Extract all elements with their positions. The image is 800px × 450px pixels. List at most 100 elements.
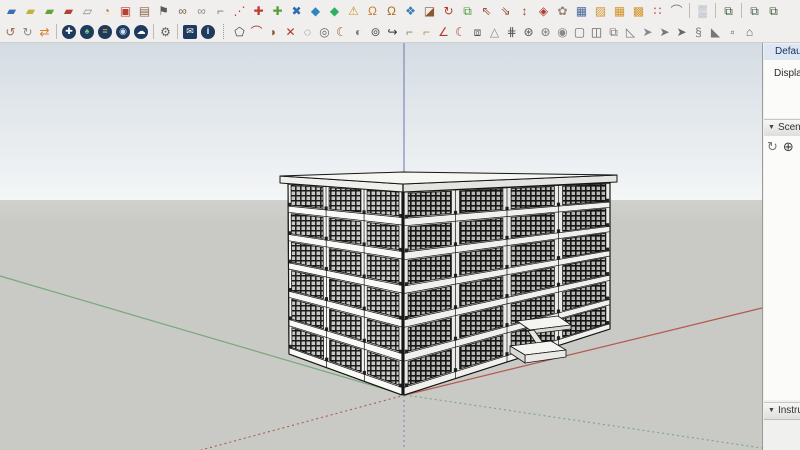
warning-triangle-icon[interactable]: ⚠ [344,2,363,20]
shell-outline-icon[interactable]: ◌ [299,23,316,41]
diamond-red-icon[interactable]: ◈ [534,2,553,20]
instructor-section-label: Instructor [777,405,800,416]
toolbar-separator [686,3,693,18]
component-stack-2-icon[interactable]: ⧉ [745,2,764,20]
dither-grid-icon[interactable]: ▒ [693,2,712,20]
asterisk-blue-icon[interactable]: ✖ [287,2,306,20]
lattice-sphere-1-icon[interactable]: ⊛ [520,23,537,41]
face-style-red-icon[interactable]: ▰ [59,2,78,20]
hatch-square-orange-icon[interactable]: ▨ [591,2,610,20]
cross-green-icon[interactable]: ✚ [268,2,287,20]
ramp-wedge-icon[interactable]: ◺ [622,23,639,41]
circle-cloud-icon[interactable]: ☁ [134,24,148,39]
bucket-icon[interactable]: ◪ [420,2,439,20]
striped-box-icon[interactable]: ▤ [135,2,154,20]
toolbar-separator [150,24,157,39]
face-style-green-icon[interactable]: ▰ [40,2,59,20]
protractor-red-icon[interactable]: ∠ [435,23,452,41]
fan-planes-icon[interactable]: ⧉ [605,23,622,41]
columns-icon[interactable]: ⋕ [503,23,520,41]
slice-x-red-icon[interactable]: ✕ [282,23,299,41]
marker-blue-icon[interactable]: ◆ [306,2,325,20]
polygon-nodes-icon[interactable]: ⬠ [231,23,248,41]
spiral-ramp-icon[interactable]: § [690,23,707,41]
grid-square-3x3-icon[interactable]: ▩ [629,2,648,20]
component-green-icon[interactable]: ⧉ [458,2,477,20]
circle-add-icon[interactable]: ✚ [62,24,76,39]
cone-icon[interactable]: △ [486,23,503,41]
boar-outline-icon[interactable]: ⊚ [367,23,384,41]
face-style-yellow-icon[interactable]: ▰ [21,2,40,20]
marker-green-icon[interactable]: ◆ [325,2,344,20]
arc-nodes-red-icon[interactable]: ⌒ [248,23,265,41]
sandbox-hand-icon[interactable]: ◗ [265,23,282,41]
striped-wedge-icon[interactable]: ◣ [707,23,724,41]
main-toolbar: ▰ ▰ ▰ ▰ ▱ ◔ ▣ ▤ ⚑ ∞ ∞ ⌐ ⋰ ✚ ✚ ✖ ◆ ◆ ⚠ Ω Ω ❖ ◪ ↻ ⧉ ⇖ ⇘ ↕ ◈ ✿ ▦ ▨ ▦ ▩ ∷ ⌒ ▒ ⧉ ⧉ ⧉… [0,0,800,43]
info-circle-icon[interactable]: i [201,24,215,39]
face-style-wireframe-icon[interactable]: ▱ [78,2,97,20]
face-style-shaded-blue-icon[interactable]: ▰ [2,2,21,20]
display-label: Display: [774,68,800,79]
angle-ruler-2-icon[interactable]: ⌐ [418,23,435,41]
arc-segment-icon[interactable]: ⌒ [667,2,686,20]
grid-square-2x2-icon[interactable]: ▦ [610,2,629,20]
collapse-triangle-icon: ▼ [768,407,775,414]
mail-envelope-icon[interactable]: ✉ [183,24,197,39]
blade-red-icon[interactable]: ☾ [452,23,469,41]
settings-gear-icon[interactable]: ⚙ [157,23,174,41]
angle-ruler-1-icon[interactable]: ⌐ [401,23,418,41]
horseshoe-arc-2-icon[interactable]: Ω [382,2,401,20]
rounded-box-icon[interactable]: ▢ [571,23,588,41]
toolbar-separator [174,24,181,39]
red-x-marks-icon[interactable]: ∷ [648,2,667,20]
refresh-scene-icon[interactable]: ↻ [767,140,778,153]
flower-lattice-icon[interactable]: ✿ [553,2,572,20]
tray-title-bar: Default Tray [764,44,800,61]
shell-gray-icon[interactable]: ◐ [350,23,367,41]
compass-star-icon[interactable]: ❖ [401,2,420,20]
instructor-section-header[interactable]: ▼Instructor [764,402,800,420]
component-stack-1-icon[interactable]: ⧉ [719,2,738,20]
cross-red-icon[interactable]: ✚ [249,2,268,20]
glasses-icon[interactable]: ∞ [192,2,211,20]
box-arrow-2-icon[interactable]: ⇘ [496,2,515,20]
orbit-forward-icon[interactable]: ↻ [19,23,36,41]
rotate-red-icon[interactable]: ↻ [439,2,458,20]
circle-tree-icon[interactable]: ♠ [80,24,94,39]
binoculars-icon[interactable]: ∞ [173,2,192,20]
default-tray-panel: Default Tray Display: ▼Scenes ↻ ⊕ ▼Instru… [762,42,800,450]
cube-grid-icon[interactable]: ⧈ [469,23,486,41]
pie-orange-icon[interactable]: ◔ [97,2,116,20]
circle-globe-icon[interactable]: ◉ [116,24,130,39]
orbit-back-icon[interactable]: ↺ [2,23,19,41]
path-nodes-red-icon[interactable]: ⋰ [230,2,249,20]
elbow-tool-icon[interactable]: ⌐ [211,2,230,20]
box-arrow-3-icon[interactable]: ↕ [515,2,534,20]
paper-plane-2-icon[interactable]: ➤ [656,23,673,41]
toolbar-separator [738,3,745,18]
swap-arrows-icon[interactable]: ⇄ [36,23,53,41]
scenes-section-header[interactable]: ▼Scenes [764,119,800,137]
modeling-viewport[interactable] [0,0,800,450]
lattice-sphere-2-icon[interactable]: ⊛ [537,23,554,41]
toolbar-row-1: ▰ ▰ ▰ ▰ ▱ ◔ ▣ ▤ ⚑ ∞ ∞ ⌐ ⋰ ✚ ✚ ✖ ◆ ◆ ⚠ Ω Ω ❖ ◪ ↻ ⧉ ⇖ ⇘ ↕ ◈ ✿ ▦ ▨ ▦ ▩ ∷ ⌒ ▒ ⧉ ⧉ ⧉ [0,0,800,21]
curved-arrow-icon[interactable]: ↪ [384,23,401,41]
shell-pair-outline-icon[interactable]: ◎ [316,23,333,41]
paper-plane-1-icon[interactable]: ➤ [639,23,656,41]
eye-box-icon[interactable]: ◫ [588,23,605,41]
house-frame-icon[interactable]: ⌂ [741,23,758,41]
material-swatch-icon[interactable]: ▣ [116,2,135,20]
grab-hand-icon[interactable]: ◉ [554,23,571,41]
shell-curl-brown-icon[interactable]: ☾ [333,23,350,41]
component-stack-3-icon[interactable]: ⧉ [764,2,783,20]
small-box-icon[interactable]: ▫ [724,23,741,41]
wire-box-blue-icon[interactable]: ▦ [572,2,591,20]
toolbar-row-2: ↺ ↻ ⇄ ✚ ♠ ≡ ◉ ☁ ⚙ ✉ i ⬠ ⌒ ◗ ✕ ◌ ◎ ☾ ◐ ⊚ ↪ ⌐ ⌐ ∠ ☾ ⧈ △ ⋕ ⊛ ⊛ ◉ ▢ ◫ ⧉ ◺ ➤ ➤ ➤ § ◣… [0,21,800,42]
circle-layers-icon[interactable]: ≡ [98,24,112,39]
toolbar-separator [53,24,60,39]
box-arrow-1-icon[interactable]: ⇖ [477,2,496,20]
paper-plane-3-icon[interactable]: ➤ [673,23,690,41]
add-scene-icon[interactable]: ⊕ [783,140,794,153]
flag-icon[interactable]: ⚑ [154,2,173,20]
horseshoe-arc-icon[interactable]: Ω [363,2,382,20]
